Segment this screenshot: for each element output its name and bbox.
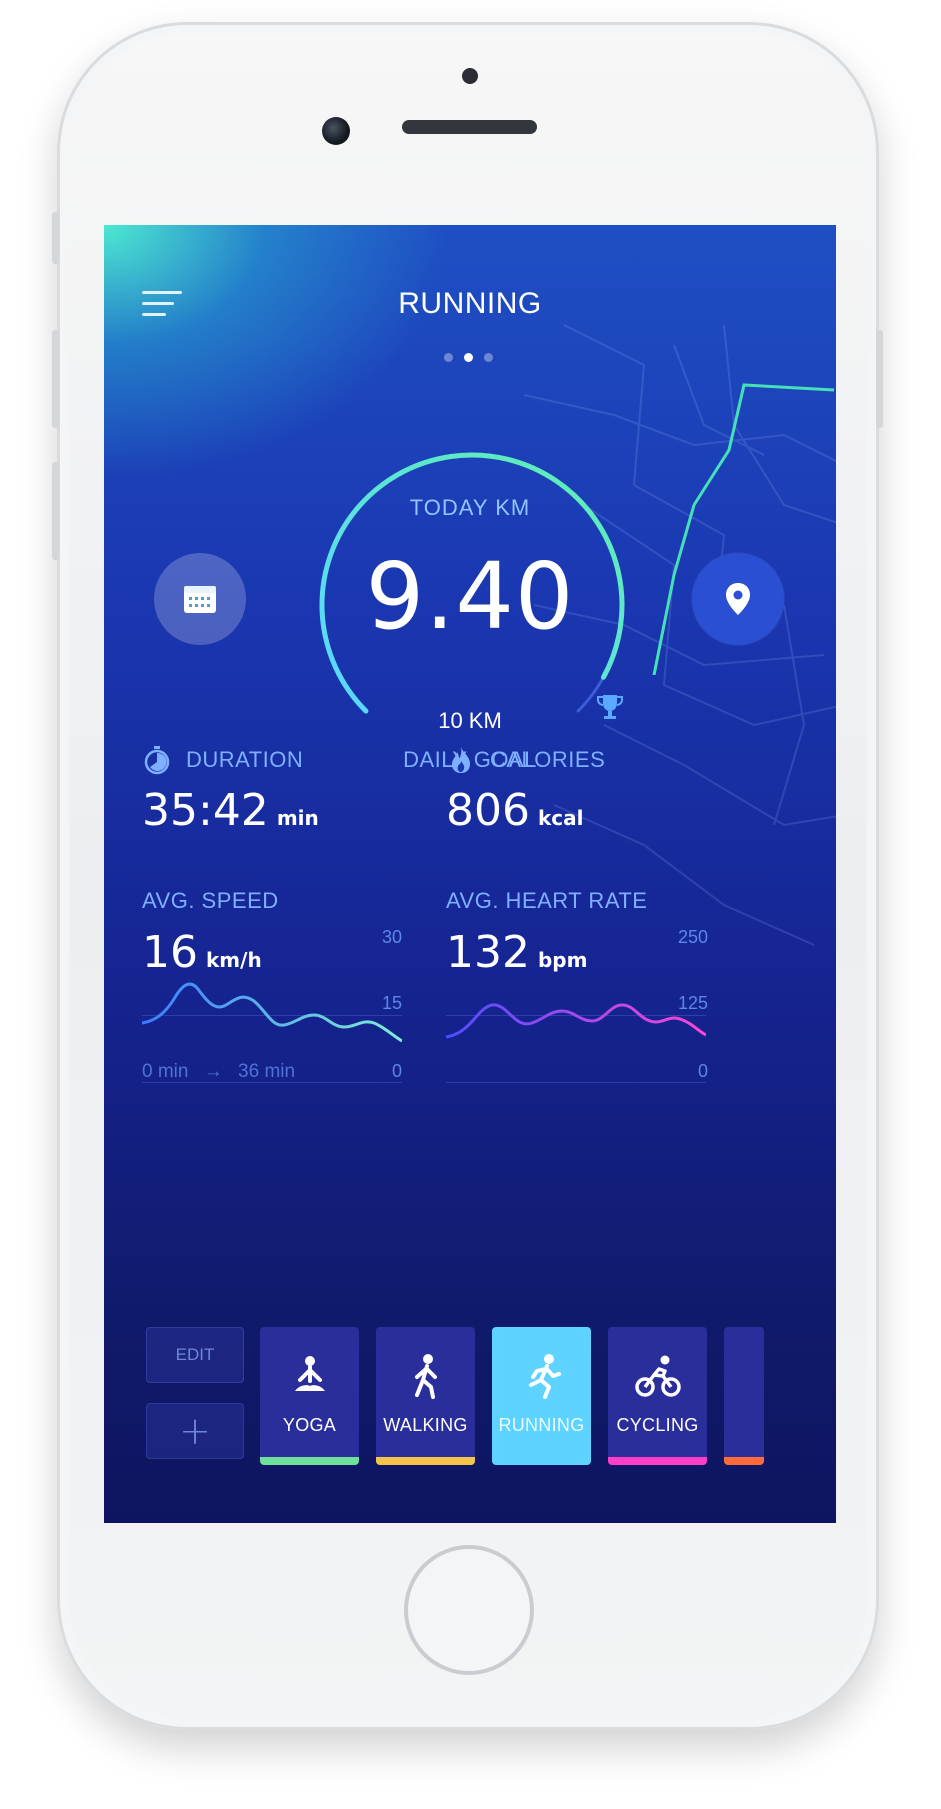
speed-time-range: 0 min → 36 min [142,1061,295,1083]
calories-label: CALORIES [490,747,606,772]
front-camera [322,117,350,145]
arrow-right-icon: → [203,1061,223,1082]
heart-chart-baseline [446,1082,706,1083]
page-dot[interactable] [484,353,493,362]
activity-tile-cycling[interactable]: CYCLING [608,1327,707,1465]
tile-label-walking: WALKING [383,1415,468,1435]
proximity-sensor [462,68,478,84]
home-button[interactable] [404,1545,534,1675]
today-km-label: TODAY KM [409,495,531,520]
activity-tile-yoga[interactable]: YOGA [260,1327,359,1465]
tile-label-cycling: CYCLING [616,1415,699,1435]
tile-accent-bar [608,1457,707,1465]
page-dot-active[interactable] [464,353,473,362]
tile-label-running: RUNNING [498,1415,585,1435]
duration-unit: min [276,806,319,830]
range-start: 0 min [142,1061,189,1082]
page-indicator[interactable] [442,353,502,363]
avg-heart-rate-label: AVG. HEART RATE [446,888,648,913]
calories-stat: CALORIES [446,745,605,775]
duration-label: DURATION [186,747,304,772]
speed-sparkline [142,982,402,1043]
heart-axis-bottom: 0 [697,1061,708,1081]
avg-speed-unit: km/h [206,948,262,972]
avg-heart-rate-value-row: 132 bpm [446,927,587,978]
cycling-icon [634,1355,681,1397]
walking-icon [414,1354,437,1399]
earpiece-speaker [402,120,537,134]
avg-heart-rate-value: 132 [446,927,530,978]
volume-up-button [52,330,59,428]
today-km-value: 9.40 [365,543,575,650]
daily-goal-value: 10 KM [438,708,502,733]
tile-accent-bar [724,1457,764,1465]
heart-axis-top: 250 [677,927,708,947]
edit-button[interactable]: EDIT [146,1327,244,1383]
yoga-icon [294,1356,325,1391]
range-end: 36 min [238,1061,296,1082]
add-activity-button[interactable]: + [146,1403,244,1459]
speed-axis-bottom: 0 [391,1061,402,1081]
heart-rate-sparkline [446,1003,706,1039]
activity-tile-walking[interactable]: WALKING [376,1327,475,1465]
power-button [876,330,883,428]
avg-heart-rate-unit: bpm [537,948,588,972]
duration-stat: DURATION [142,745,303,775]
speed-axis-top: 30 [381,927,402,947]
calories-value-row: 806 kcal [446,785,584,836]
duration-value-row: 35:42 min [142,785,319,836]
mute-switch [52,212,59,264]
calories-unit: kcal [537,806,584,830]
flame-icon [452,747,470,773]
activity-tile-partial[interactable] [724,1327,764,1465]
avg-speed-value-row: 16 km/h [142,927,262,978]
running-icon [528,1354,561,1399]
tile-accent-bar [260,1457,359,1465]
app-screen: RUNNING TODAY KM 9.40 10 KM DAILY GOAL D… [104,225,836,1523]
activity-tile-running[interactable]: RUNNING [492,1327,591,1465]
avg-speed-value: 16 [142,927,198,978]
tile-accent-bar [492,1457,591,1465]
page-title: RUNNING [398,287,542,320]
tile-label-yoga: YOGA [282,1415,337,1435]
duration-value: 35:42 [142,785,269,836]
page-dot[interactable] [444,353,453,362]
volume-down-button [52,462,59,560]
avg-speed-label: AVG. SPEED [142,888,279,913]
calories-value: 806 [446,785,530,836]
tile-accent-bar [376,1457,475,1465]
stopwatch-icon [144,746,170,775]
